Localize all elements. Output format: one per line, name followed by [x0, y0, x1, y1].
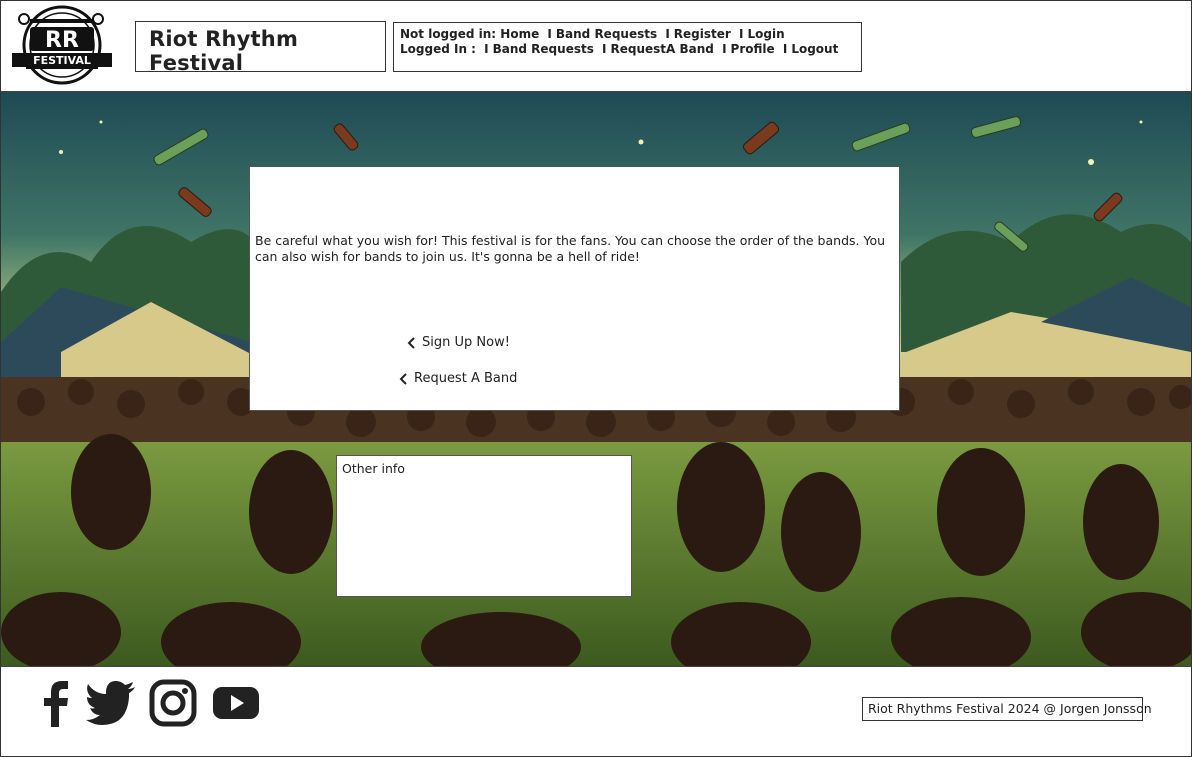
signup-link[interactable]: Sign Up Now!: [407, 335, 510, 350]
chevron-left-icon: [407, 336, 415, 349]
logo-text-festival: FESTIVAL: [33, 54, 91, 67]
site-title-box: Riot Rhythm Festival: [135, 21, 386, 75]
site-header: RR FESTIVAL Riot Rhythm Festival Not log…: [1, 1, 1191, 92]
nav-separator: I: [739, 27, 744, 41]
page-frame: RR FESTIVAL Riot Rhythm Festival Not log…: [0, 0, 1192, 757]
signup-link-label: Sign Up Now!: [422, 335, 510, 350]
main-nav: Not logged in: Home I Band Requests I Regi…: [393, 22, 862, 72]
request-band-link[interactable]: Request A Band: [399, 371, 517, 386]
nav-logged-out-row: Not logged in: Home I Band Requests I Regi…: [400, 27, 861, 42]
site-title: Riot Rhythm Festival: [149, 27, 299, 75]
nav-separator: I: [665, 27, 670, 41]
other-info-title: Other info: [342, 461, 405, 476]
hero-section: Be careful what you wish for! This festi…: [1, 92, 1191, 666]
nav-link-register[interactable]: Register: [674, 27, 731, 41]
festival-logo[interactable]: RR FESTIVAL: [10, 5, 114, 85]
nav-separator: I: [484, 42, 489, 56]
nav-separator: I: [722, 42, 727, 56]
nav-separator: I: [602, 42, 607, 56]
nav-link-profile[interactable]: Profile: [731, 42, 775, 56]
nav-link-request-band[interactable]: RequestA Band: [611, 42, 714, 56]
nav-link-home[interactable]: Home: [500, 27, 539, 41]
youtube-icon[interactable]: [210, 677, 262, 729]
other-info-card: Other info: [336, 455, 632, 597]
facebook-icon[interactable]: [29, 677, 81, 729]
nav-logged-out-prefix: Not logged in:: [400, 27, 497, 41]
nav-separator: I: [782, 42, 788, 56]
request-band-link-label: Request A Band: [414, 371, 518, 386]
copyright-text: Riot Rhythms Festival 2024 @ Jorgen Jons…: [862, 697, 1152, 721]
site-footer: Riot Rhythms Festival 2024 @ Jorgen Jons…: [1, 666, 1191, 756]
nav-link-band-requests[interactable]: Band Requests: [556, 27, 657, 41]
instagram-icon[interactable]: [147, 677, 199, 729]
chevron-left-icon: [399, 372, 407, 385]
twitter-icon[interactable]: [85, 677, 137, 729]
nav-logged-in-prefix: Logged In :: [400, 42, 476, 56]
nav-link-band-requests-member[interactable]: Band Requests: [493, 42, 594, 56]
nav-logged-in-row: Logged In : I Band Requests I RequestA Ban…: [400, 42, 861, 57]
nav-link-logout[interactable]: Logout: [791, 42, 838, 56]
nav-link-login[interactable]: Login: [747, 27, 784, 41]
nav-separator: I: [547, 27, 552, 41]
intro-card: Be careful what you wish for! This festi…: [249, 166, 900, 411]
logo-text-rr: RR: [45, 28, 79, 53]
intro-text: Be careful what you wish for! This festi…: [255, 233, 886, 264]
